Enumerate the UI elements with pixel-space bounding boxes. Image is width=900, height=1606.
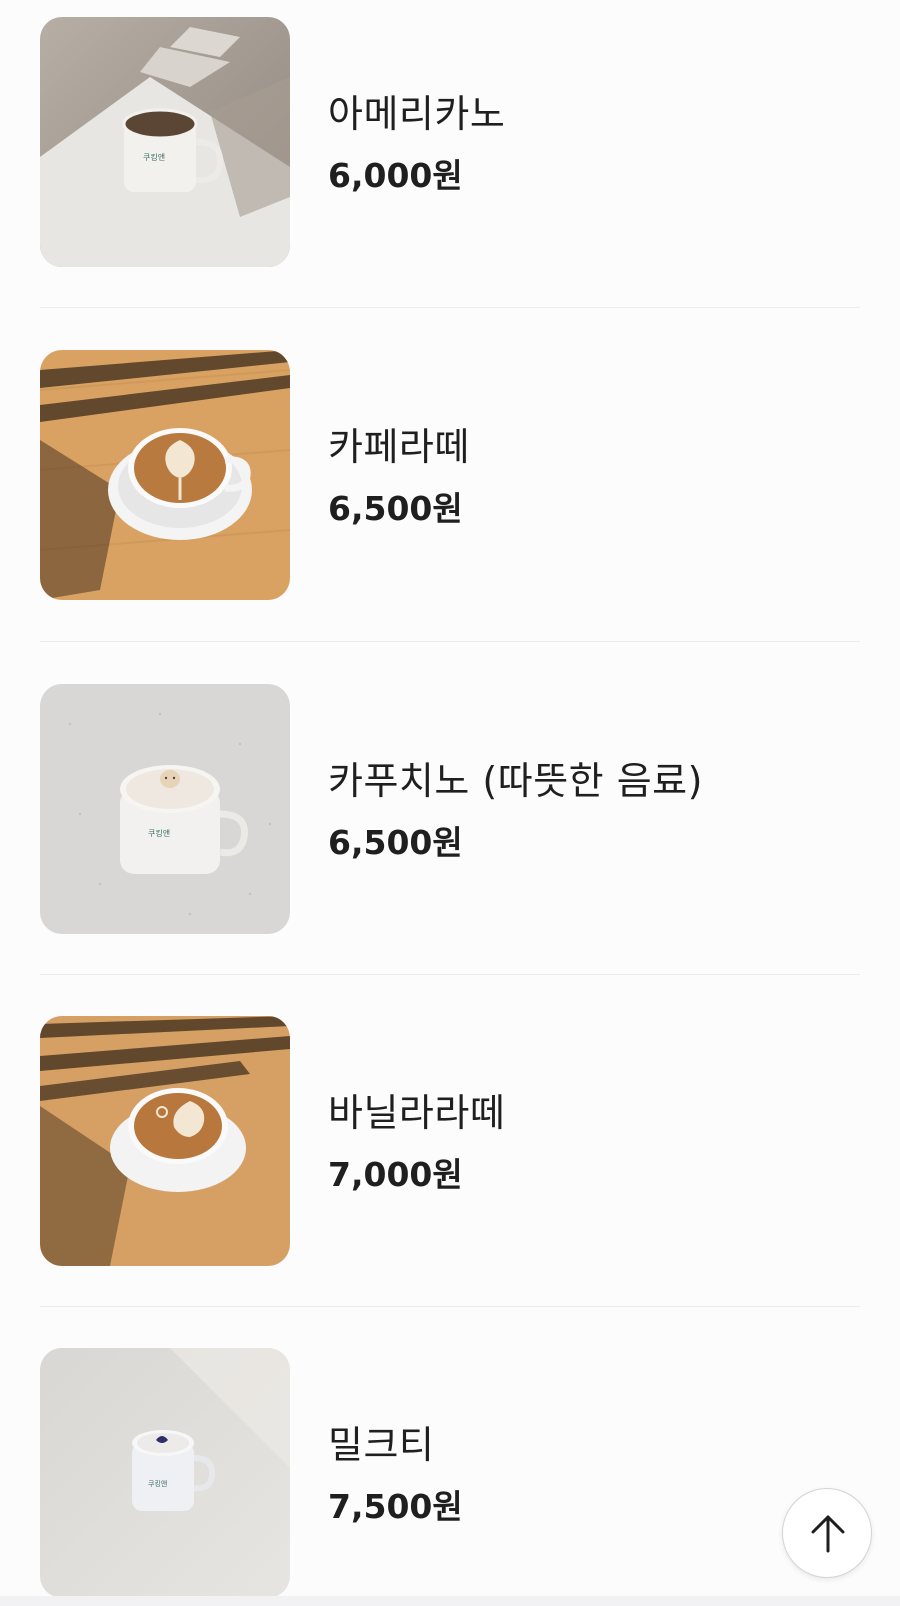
americano-mug-image: 쿠킹앤 <box>40 17 290 267</box>
divider <box>40 1306 860 1307</box>
item-name: 아메리카노 <box>328 92 506 136</box>
menu-item-milk-tea[interactable]: 쿠킹앤 밀크티 7,500원 <box>40 1348 860 1598</box>
item-name: 바닐라라떼 <box>328 1091 506 1135</box>
menu-item-vanilla-latte[interactable]: 바닐라라떼 7,000원 <box>40 1016 860 1266</box>
cappuccino-photo: 쿠킹앤 <box>40 684 290 934</box>
milk-tea-cup-image: 쿠킹앤 <box>40 1348 290 1598</box>
vanilla-latte-cup-image <box>40 1016 290 1266</box>
item-name: 카페라떼 <box>328 425 470 469</box>
americano-photo: 쿠킹앤 <box>40 17 290 267</box>
cafe-latte-cup-image <box>40 350 290 600</box>
menu-item-cafe-latte[interactable]: 카페라떼 6,500원 <box>40 350 860 600</box>
item-price: 6,500원 <box>328 489 463 528</box>
svg-text:쿠킹앤: 쿠킹앤 <box>148 1479 167 1488</box>
scroll-to-top-button[interactable] <box>782 1488 872 1578</box>
milk-tea-photo: 쿠킹앤 <box>40 1348 290 1598</box>
bottom-edge <box>0 1596 900 1606</box>
cappuccino-cup-image: 쿠킹앤 <box>40 684 290 934</box>
item-price: 7,000원 <box>328 1155 463 1194</box>
item-price: 6,000원 <box>328 156 463 195</box>
divider <box>40 974 860 975</box>
divider <box>40 641 860 642</box>
divider <box>40 307 860 308</box>
item-price: 6,500원 <box>328 823 463 862</box>
menu-list: 쿠킹앤 아메리카노 6,000원 카페라떼 6,500원 쿠킹앤 카푸치노 (따… <box>0 0 900 1606</box>
menu-item-cappuccino[interactable]: 쿠킹앤 카푸치노 (따뜻한 음료) 6,500원 <box>40 684 860 934</box>
svg-text:쿠킹앤: 쿠킹앤 <box>143 152 165 162</box>
item-name: 밀크티 <box>328 1423 435 1467</box>
vanilla-latte-photo <box>40 1016 290 1266</box>
menu-item-americano[interactable]: 쿠킹앤 아메리카노 6,000원 <box>40 17 860 267</box>
item-name: 카푸치노 (따뜻한 음료) <box>328 759 703 803</box>
arrow-up-icon <box>811 1515 845 1553</box>
cafe-latte-photo <box>40 350 290 600</box>
svg-text:쿠킹앤: 쿠킹앤 <box>148 828 170 838</box>
item-price: 7,500원 <box>328 1487 463 1526</box>
